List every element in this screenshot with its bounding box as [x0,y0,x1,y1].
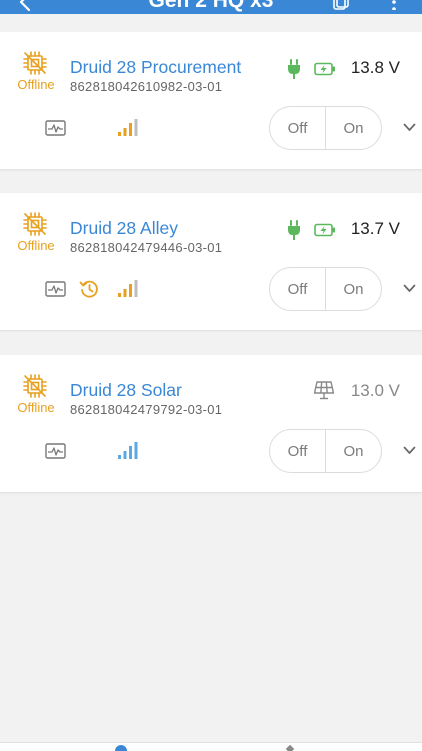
device-card[interactable]: Offline Druid 28 Solar 862818042479792-0… [0,355,422,493]
off-button[interactable]: Off [270,107,325,149]
off-button[interactable]: Off [270,268,325,310]
offline-controller-icon [23,212,47,236]
device-card[interactable]: Offline Druid 28 Alley 862818042479446-0… [0,193,422,331]
status-badge: Offline [17,400,55,415]
activity-chart-icon[interactable] [45,281,66,297]
app-header: Gen 2 HQ x3 [0,0,422,14]
device-serial: 862818042479792-03-01 [70,402,223,417]
power-toggle[interactable]: Off On [269,429,382,473]
voltage-reading: 13.7 V [350,219,400,238]
signal-strength-icon [118,119,138,136]
battery-charging-icon [314,223,335,237]
offline-controller-icon [23,51,47,75]
offline-controller-icon [23,374,47,398]
device-serial: 862818042610982-03-01 [70,79,223,94]
voltage-reading: 13.0 V [350,381,400,400]
chevron-down-icon[interactable] [403,284,416,293]
power-toggle[interactable]: Off On [269,106,382,150]
off-button[interactable]: Off [270,430,325,472]
device-name[interactable]: Druid 28 Solar [70,380,182,401]
activity-chart-icon[interactable] [45,443,66,459]
status-badge: Offline [17,238,55,253]
status-badge: Offline [17,77,55,92]
device-name[interactable]: Druid 28 Procurement [70,57,241,78]
devices-tab-icon[interactable] [115,745,127,751]
chevron-down-icon[interactable] [403,123,416,132]
device-group-icon[interactable] [333,0,351,10]
chevron-down-icon[interactable] [403,446,416,455]
settings-tab-icon[interactable] [285,744,295,751]
power-toggle[interactable]: Off On [269,267,382,311]
voltage-reading: 13.8 V [350,58,400,77]
solar-panel-icon [313,381,335,400]
on-button[interactable]: On [325,107,381,149]
battery-charging-icon [314,62,335,76]
device-serial: 862818042479446-03-01 [70,240,223,255]
activity-chart-icon[interactable] [45,120,66,136]
more-menu-icon[interactable] [389,0,399,10]
history-icon[interactable] [79,279,99,299]
signal-strength-icon [118,280,138,297]
plug-icon [288,220,300,240]
device-name[interactable]: Druid 28 Alley [70,218,178,239]
on-button[interactable]: On [325,430,381,472]
plug-icon [288,59,300,79]
device-card[interactable]: Offline Druid 28 Procurement 86281804261… [0,32,422,170]
page-title: Gen 2 HQ x3 [148,0,274,12]
on-button[interactable]: On [325,268,381,310]
signal-strength-icon [118,442,138,459]
